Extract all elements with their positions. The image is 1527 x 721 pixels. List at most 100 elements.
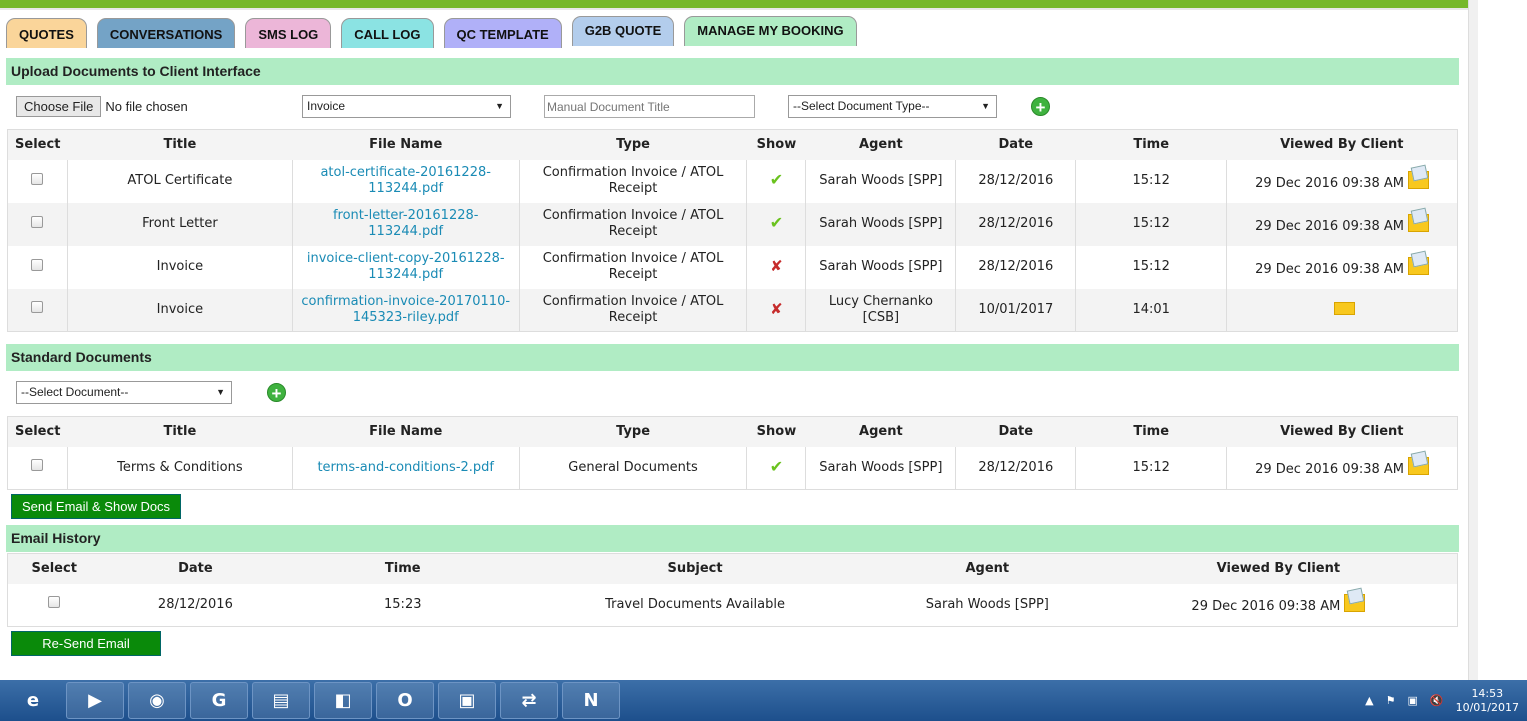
sticky-notes-icon[interactable]: ◧ <box>314 682 372 719</box>
file-explorer-icon[interactable]: ▤ <box>252 682 310 719</box>
column-header: Viewed By Client <box>1099 553 1458 584</box>
type-cell: General Documents <box>519 446 748 490</box>
agent-cell: Sarah Woods [SPP] <box>805 159 957 203</box>
no-file-label: No file chosen <box>105 99 188 114</box>
tab-call-log[interactable]: CALL LOG <box>341 18 434 48</box>
column-header: Time <box>1075 416 1227 447</box>
network-icon[interactable]: ▣ <box>1407 694 1417 707</box>
choose-file-button[interactable]: Choose File <box>16 96 102 117</box>
add-standard-document-icon[interactable]: + <box>267 383 286 403</box>
action-center-flag-icon[interactable]: ⚑ <box>1386 694 1396 707</box>
remote-desktop-icon[interactable]: ▣ <box>438 682 496 719</box>
internet-explorer-icon[interactable]: e <box>4 682 62 719</box>
column-header: Date <box>100 553 291 584</box>
tab-g2b-quote[interactable]: G2B QUOTE <box>571 16 675 46</box>
g-app-icon[interactable]: G <box>190 682 248 719</box>
date-cell: 10/01/2017 <box>955 288 1077 332</box>
table-row: Front Letter front-letter-20161228-11324… <box>7 202 1458 246</box>
title-cell: ATOL Certificate <box>67 159 293 203</box>
tab-bar: QUOTES CONVERSATIONS SMS LOG CALL LOG QC TEM… <box>6 16 857 48</box>
agent-cell: Sarah Woods [SPP] <box>925 596 1049 612</box>
title-cell: Invoice <box>67 245 293 289</box>
envelope-open-icon[interactable] <box>1408 213 1430 232</box>
envelope-open-icon[interactable] <box>1408 170 1430 189</box>
agent-cell: Sarah Woods [SPP] <box>805 245 957 289</box>
file-link[interactable]: invoice-client-copy-20161228-113244.pdf <box>307 251 505 282</box>
file-link[interactable]: confirmation-invoice-20170110-145323-ril… <box>301 294 510 325</box>
envelope-open-icon[interactable] <box>1344 594 1366 613</box>
file-link[interactable]: terms-and-conditions-2.pdf <box>317 460 494 475</box>
column-header: Select <box>7 129 68 160</box>
select-cell <box>7 159 68 203</box>
type-cell: Confirmation Invoice / ATOL Receipt <box>519 159 748 203</box>
agent-cell: Sarah Woods [SPP] <box>805 202 957 246</box>
agent-cell: Sarah Woods [SPP] <box>805 446 957 490</box>
column-header: Type <box>519 129 747 160</box>
row-checkbox[interactable] <box>48 596 61 609</box>
resend-email-button[interactable]: Re-Send Email <box>11 631 161 656</box>
table-row: Invoice invoice-client-copy-20161228-113… <box>7 245 1458 289</box>
manual-title-input[interactable] <box>544 95 755 118</box>
tab-quotes[interactable]: QUOTES <box>6 18 87 48</box>
table-row: 28/12/2016 15:23 Travel Documents Availabl… <box>8 584 1458 627</box>
show-hidden-icons[interactable]: ▲ <box>1365 694 1373 707</box>
column-header: Select <box>7 416 68 447</box>
check-icon[interactable]: ✔ <box>770 457 783 476</box>
column-header: Agent <box>805 129 956 160</box>
viewed-cell: 29 Dec 2016 09:38 AM <box>1255 175 1405 191</box>
document-select[interactable]: Invoice <box>302 95 511 118</box>
volume-muted-icon[interactable]: 🔇 <box>1430 694 1444 707</box>
add-document-icon[interactable]: + <box>1031 97 1050 117</box>
tab-manage-my-booking[interactable]: MANAGE MY BOOKING <box>684 16 857 46</box>
media-player-icon[interactable]: ▶ <box>66 682 124 719</box>
column-header: Viewed By Client <box>1226 416 1458 447</box>
vertical-scrollbar[interactable] <box>1468 0 1478 680</box>
chrome-icon[interactable]: ◉ <box>128 682 186 719</box>
taskbar: e ▶ ◉ G ▤ ◧ O ▣ ⇄ N ▲ ⚑ ▣ 🔇 14:53 10/01/2017 <box>0 680 1527 721</box>
file-link[interactable]: atol-certificate-20161228-113244.pdf <box>320 165 490 196</box>
row-checkbox[interactable] <box>31 258 44 271</box>
column-header: Agent <box>874 553 1100 584</box>
clock[interactable]: 14:53 10/01/2017 <box>1456 687 1519 715</box>
column-header: Title <box>67 416 293 447</box>
column-header: Select <box>7 553 101 584</box>
check-icon[interactable]: ✔ <box>770 213 783 232</box>
header-row: Select Date Time Subject Agent Viewed By Clie… <box>7 553 1458 584</box>
header-row: Select Title File Name Type Show Agent Date Tim… <box>7 416 1458 447</box>
row-checkbox[interactable] <box>31 215 44 228</box>
table-row: Terms & Conditions terms-and-conditions-… <box>7 446 1458 490</box>
row-checkbox[interactable] <box>31 459 44 472</box>
file-link[interactable]: front-letter-20161228-113244.pdf <box>333 208 478 239</box>
standard-document-select[interactable]: --Select Document-- <box>16 381 232 404</box>
cross-icon[interactable]: ✘ <box>770 300 783 318</box>
viewed-cell: 29 Dec 2016 09:38 AM <box>1255 462 1405 478</box>
envelope-open-icon[interactable] <box>1408 457 1430 476</box>
column-header: Time <box>290 553 516 584</box>
row-checkbox[interactable] <box>31 172 44 185</box>
column-header: Date <box>955 129 1076 160</box>
email-history-table: Select Date Time Subject Agent Viewed By Clie… <box>7 553 1458 627</box>
column-header: Agent <box>805 416 956 447</box>
agent-cell: Lucy Chernanko [CSB] <box>805 288 957 332</box>
title-cell: Front Letter <box>67 202 293 246</box>
standard-documents-table: Select Title File Name Type Show Agent Date Tim… <box>7 416 1458 490</box>
viewed-cell: 29 Dec 2016 09:38 AM <box>1255 218 1405 234</box>
onenote-icon[interactable]: N <box>562 682 620 719</box>
time-cell: 15:12 <box>1075 202 1228 246</box>
time-cell: 15:23 <box>384 596 422 612</box>
tab-conversations[interactable]: CONVERSATIONS <box>96 18 236 48</box>
outlook-icon[interactable]: O <box>376 682 434 719</box>
tab-qc-template[interactable]: QC TEMPLATE <box>443 18 562 48</box>
app-arrows-icon[interactable]: ⇄ <box>500 682 558 719</box>
time-cell: 15:12 <box>1075 245 1228 289</box>
envelope-icon[interactable] <box>1333 301 1355 315</box>
row-checkbox[interactable] <box>31 301 44 314</box>
envelope-open-icon[interactable] <box>1408 256 1430 275</box>
check-icon[interactable]: ✔ <box>770 170 783 189</box>
tab-sms-log[interactable]: SMS LOG <box>245 18 332 48</box>
date-cell: 28/12/2016 <box>955 245 1077 289</box>
send-email-show-docs-button[interactable]: Send Email & Show Docs <box>11 494 181 519</box>
cross-icon[interactable]: ✘ <box>770 257 783 275</box>
select-cell <box>7 446 68 490</box>
document-type-select[interactable]: --Select Document Type-- <box>788 95 997 118</box>
